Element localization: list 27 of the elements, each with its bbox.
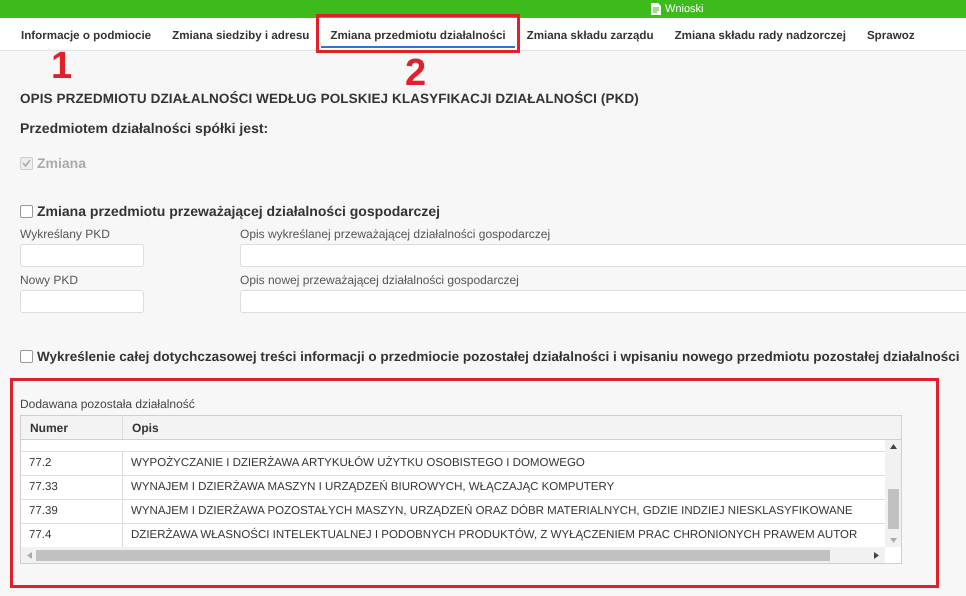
table-cell: 77.39: [21, 500, 123, 523]
checkbox-label: Zmiana: [37, 155, 86, 171]
tab[interactable]: Zmiana składu rady nadzorczej: [666, 18, 855, 50]
annotation-number: 1: [51, 47, 72, 85]
checkbox-label: Wykreślenie całej dotychczasowej treści informacji o przedmiocie pozostałej działalności i wpisaniu nowego przedmiotu pozostałej działalności: [37, 349, 960, 364]
field-label: Opis wykreślanej przeważającej działalności gospodarczej: [240, 227, 552, 243]
table-cell-text: WYNAJEM I DZIERŻAWA POZOSTAŁYCH MASZYN, URZĄDZEŃ ORAZ DÓBR MATERIALNYCH, GDZIE INDZIEJ NIESKLASYFIKOWANE: [130, 503, 854, 519]
tab[interactable]: Zmiana przedmiotu działalności: [321, 18, 515, 48]
tab[interactable]: Sprawoz: [858, 18, 924, 50]
field-label: Wykreślany PKD: [20, 227, 111, 243]
tab[interactable]: Informacje o podmiocie: [12, 18, 160, 50]
table-cell-text: WYPOŻYCZANIE I DZIERŻAWA ARTYKUŁÓW UŻYTKU OSOBISTEGO I DOMOWEGO: [130, 455, 586, 471]
table-caption: Dodawana pozostała działalność: [20, 397, 196, 411]
table-cell: 77.33: [21, 476, 123, 499]
subtitle: Przedmiotem działalności spółki jest:: [20, 120, 270, 136]
checkbox-label: Zmiana przedmiotu przeważającej działalności gospodarczej: [37, 203, 440, 219]
column-header[interactable]: Numer: [21, 416, 123, 439]
field-label: Opis nowej przeważającej działalności gospodarczej: [240, 273, 520, 289]
table-cell: 77.2: [21, 452, 123, 475]
tab[interactable]: Zmiana składu zarządu: [518, 18, 663, 50]
annotation-number: 2: [405, 54, 426, 92]
section-title: OPIS PRZEDMIOTU DZIAŁALNOŚCI WEDŁUG POLSKIEJ KLASYFIKACJI DZIAŁALNOŚCI (PKD): [20, 91, 640, 106]
table-cell-text: DZIERŻAWA WŁASNOŚCI INTELEKTUALNEJ I PODOBNYCH PRODUKTÓW, Z WYŁĄCZENIEM PRAC CHRONIONYCH PRAWEM AUTOR: [130, 526, 858, 543]
field-label: Nowy PKD: [20, 273, 80, 289]
table-cell-text: WYNAJEM I DZIERŻAWA MASZYN I URZĄDZEŃ BIUROWYCH, WŁĄCZAJĄC KOMPUTERY: [130, 479, 616, 495]
column-header[interactable]: Opis: [123, 416, 901, 439]
tab[interactable]: Zmiana siedziby i adresu: [163, 18, 318, 50]
